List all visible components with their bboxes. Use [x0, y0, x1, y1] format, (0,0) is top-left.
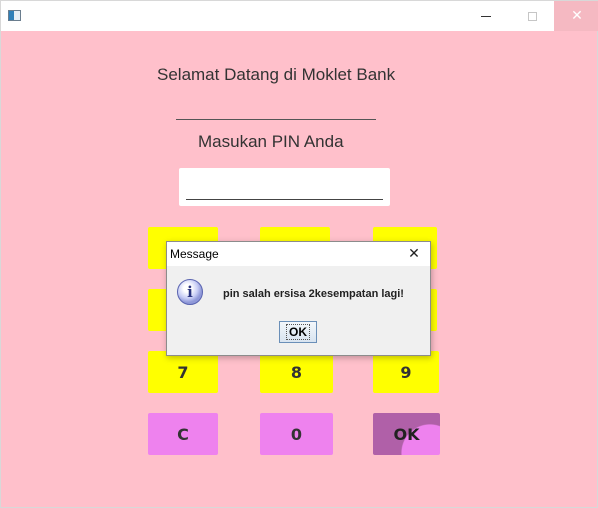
key-7-button[interactable]: 7 [148, 351, 218, 393]
minimize-icon [481, 15, 491, 17]
close-icon: ✕ [408, 246, 420, 262]
maximize-icon [527, 11, 537, 21]
dialog-title-bar: Message ✕ [167, 242, 430, 266]
dialog-close-button[interactable]: ✕ [404, 244, 424, 264]
key-label: 0 [290, 424, 303, 444]
message-dialog: Message ✕ i pin salah ersisa 2kesempatan… [166, 241, 431, 356]
dialog-message: pin salah ersisa 2kesempatan lagi! [223, 288, 404, 300]
info-icon: i [177, 279, 203, 305]
dialog-ok-button[interactable]: OK [279, 321, 317, 343]
close-icon: ✕ [571, 8, 583, 24]
key-label: 8 [290, 362, 303, 382]
key-label: OK [393, 424, 420, 444]
maximize-button[interactable] [509, 1, 555, 31]
key-0-button[interactable]: 0 [260, 413, 333, 455]
welcome-label: Selamat Datang di Moklet Bank [157, 65, 396, 84]
key-label: 9 [400, 362, 412, 382]
key-9-button[interactable]: 9 [373, 351, 439, 393]
key-label: 7 [177, 362, 189, 382]
info-icon-glyph: i [187, 283, 193, 301]
minimize-button[interactable] [463, 1, 509, 31]
key-8-button[interactable]: 8 [260, 351, 333, 393]
key-label: C [177, 424, 189, 444]
title-divider [176, 119, 376, 120]
pin-input-underline [186, 199, 383, 200]
key-clear-button[interactable]: C [148, 413, 218, 455]
pin-input[interactable] [179, 168, 390, 206]
title-bar: ✕ [1, 1, 598, 31]
dialog-ok-label: OK [286, 324, 310, 340]
pin-prompt-label: Masukan PIN Anda [198, 132, 344, 151]
key-ok-button[interactable]: OK [373, 413, 440, 455]
app-icon [8, 10, 21, 21]
close-button[interactable]: ✕ [554, 1, 598, 31]
dialog-title: Message [170, 247, 219, 261]
